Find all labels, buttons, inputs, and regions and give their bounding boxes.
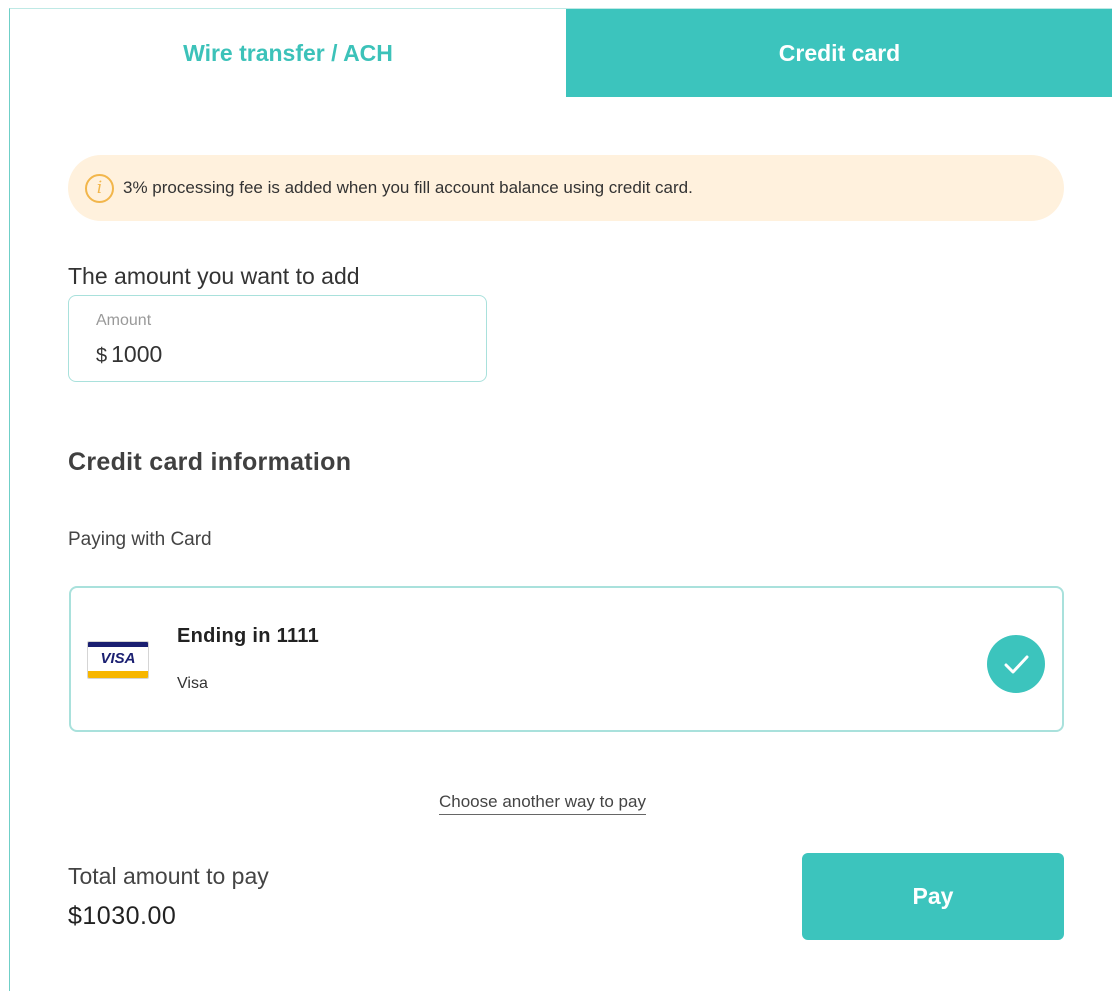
amount-input[interactable]: Amount $1000 [68, 295, 487, 382]
saved-card-option[interactable]: VISA Ending in 1111 Visa [69, 586, 1064, 732]
payment-method-tabs: Wire transfer / ACH Credit card [10, 9, 1112, 97]
credit-card-heading: Credit card information [68, 448, 352, 476]
amount-value: 1000 [111, 341, 163, 367]
total-amount-label: Total amount to pay [68, 863, 269, 889]
choose-another-way-link[interactable]: Choose another way to pay [439, 792, 646, 815]
processing-fee-notice: i 3% processing fee is added when you fi… [68, 155, 1064, 221]
tab-wire-transfer-label: Wire transfer / ACH [183, 39, 393, 66]
currency-symbol: $ [96, 345, 108, 367]
card-ending-label: Ending in 1111 [177, 625, 320, 647]
visa-logo-text: VISA [100, 650, 136, 667]
amount-value-wrapper: $1000 [96, 341, 162, 368]
total-amount-value: $1030.00 [68, 902, 177, 930]
visa-logo-icon: VISA [87, 641, 149, 679]
notice-text: 3% processing fee is added when you fill… [123, 178, 693, 197]
amount-label: The amount you want to add [68, 263, 360, 289]
tab-wire-transfer[interactable]: Wire transfer / ACH [10, 9, 566, 97]
card-brand-label: Visa [177, 675, 208, 692]
pay-button[interactable]: Pay [802, 853, 1064, 940]
visa-logo-bottom-stripe [88, 671, 148, 678]
checkmark-icon [987, 635, 1045, 693]
checkmark-glyph [1004, 655, 1029, 674]
tab-credit-card[interactable]: Credit card [566, 9, 1112, 97]
paying-with-card-label: Paying with Card [68, 529, 212, 550]
tab-credit-card-label: Credit card [778, 39, 901, 66]
info-icon: i [85, 173, 114, 203]
visa-logo-top-stripe [88, 642, 148, 647]
amount-placeholder: Amount [96, 312, 152, 329]
payment-panel: Wire transfer / ACH Credit card i 3% pro… [9, 8, 1112, 991]
